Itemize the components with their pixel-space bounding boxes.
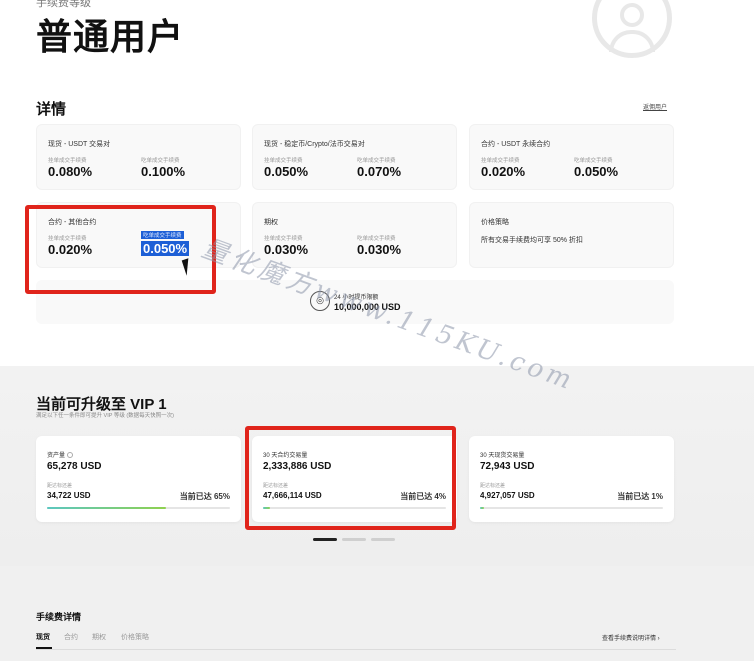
upgrade-reached: 当前已达 65%: [179, 492, 230, 501]
maker-fee: 0.050%: [264, 164, 309, 179]
fee-details-link[interactable]: 查看手续费说明详情 ›: [602, 633, 660, 642]
card-title: 现货 - 稳定币/Crypto/法币交易对: [264, 141, 365, 148]
progress-bar: [480, 507, 663, 509]
upgrade-card-assets[interactable]: 资产量 65,278 USD 距达标还差 34,722 USD 当前已达 65%: [36, 436, 241, 522]
discount-card: 价格策略 所有交易手续费均可享 50% 折扣: [469, 202, 674, 268]
tab-options[interactable]: 期权: [92, 632, 106, 642]
fee-card-spot-usdt: 现货 - USDT 交易对 挂单成交手续费 0.080% 吃单成交手续费 0.1…: [36, 124, 241, 190]
page-title: 普通用户: [36, 16, 185, 57]
taker-label: 吃单成交手续费: [141, 158, 180, 164]
details-title: 详情: [36, 101, 67, 118]
taker-fee: 0.050%: [574, 164, 619, 179]
progress-fill: [47, 507, 166, 509]
taker-fee: 0.070%: [357, 164, 402, 179]
avatar-head: [620, 3, 644, 27]
card-title: 期权: [264, 219, 278, 226]
upgrade-target-label: 距达标还差: [47, 483, 73, 489]
carousel-dot[interactable]: [313, 538, 337, 541]
maker-label: 挂单成交手续费: [48, 158, 87, 164]
taker-label: 吃单成交手续费: [574, 158, 613, 164]
card-title: 合约 - USDT 永续合约: [481, 141, 551, 148]
taker-label: 吃单成交手续费: [357, 158, 396, 164]
upgrade-value: 72,943 USD: [480, 461, 535, 472]
maker-label: 挂单成交手续费: [264, 236, 303, 242]
maker-label: 挂单成交手续费: [481, 158, 520, 164]
tab-pricing[interactable]: 价格策略: [121, 632, 149, 642]
avatar-shoulders: [609, 30, 655, 52]
upgrade-label: 资产量: [47, 450, 74, 459]
taker-fee: 0.100%: [141, 164, 186, 179]
taker-fee: 0.030%: [357, 242, 402, 257]
discount-text: 所有交易手续费均可享 50% 折扣: [481, 237, 583, 244]
progress-fill: [480, 507, 484, 509]
annotation-red-box: [25, 205, 216, 294]
upgrade-target: 34,722 USD: [47, 491, 91, 500]
upgrade-subtitle: 满足以下任一条件即可提升 VIP 等级 (数据每天快照一次): [36, 413, 175, 419]
tab-spot[interactable]: 现货: [36, 632, 50, 642]
carousel-dot[interactable]: [371, 538, 395, 541]
maker-label: 挂单成交手续费: [264, 158, 303, 164]
divider: [36, 649, 676, 650]
fee-card-spot-stable: 现货 - 稳定币/Crypto/法币交易对 挂单成交手续费 0.050% 吃单成…: [252, 124, 457, 190]
tab-contracts[interactable]: 合约: [64, 632, 78, 642]
maker-fee: 0.080%: [48, 164, 93, 179]
upgrade-section: 当前可升级至 VIP 1 满足以下任一条件即可提升 VIP 等级 (数据每天快照…: [0, 366, 754, 566]
details-link[interactable]: 返佣用户: [643, 102, 667, 111]
card-title: 现货 - USDT 交易对: [48, 141, 111, 148]
avatar-icon[interactable]: [592, 0, 672, 58]
fee-details-title: 手续费详情: [36, 612, 82, 622]
discount-title: 价格策略: [481, 219, 509, 226]
info-icon[interactable]: [67, 452, 74, 459]
fee-card-usdt-perpetual: 合约 - USDT 永续合约 挂单成交手续费 0.020% 吃单成交手续费 0.…: [469, 124, 674, 190]
upgrade-value: 65,278 USD: [47, 461, 102, 472]
upgrade-target-label: 距达标还差: [480, 483, 506, 489]
upgrade-label: 30 天现货交易量: [480, 453, 525, 459]
annotation-red-box: [245, 426, 456, 530]
taker-label: 吃单成交手续费: [357, 236, 396, 242]
upgrade-target: 4,927,057 USD: [480, 491, 535, 500]
carousel-dot[interactable]: [342, 538, 366, 541]
upgrade-card-spot-volume[interactable]: 30 天现货交易量 72,943 USD 距达标还差 4,927,057 USD…: [469, 436, 674, 522]
upgrade-reached: 当前已达 1%: [617, 492, 663, 501]
maker-fee: 0.020%: [481, 164, 526, 179]
progress-bar: [47, 507, 230, 509]
fee-details-section: 手续费详情 现货 合约 期权 价格策略 查看手续费说明详情 ›: [0, 566, 754, 661]
